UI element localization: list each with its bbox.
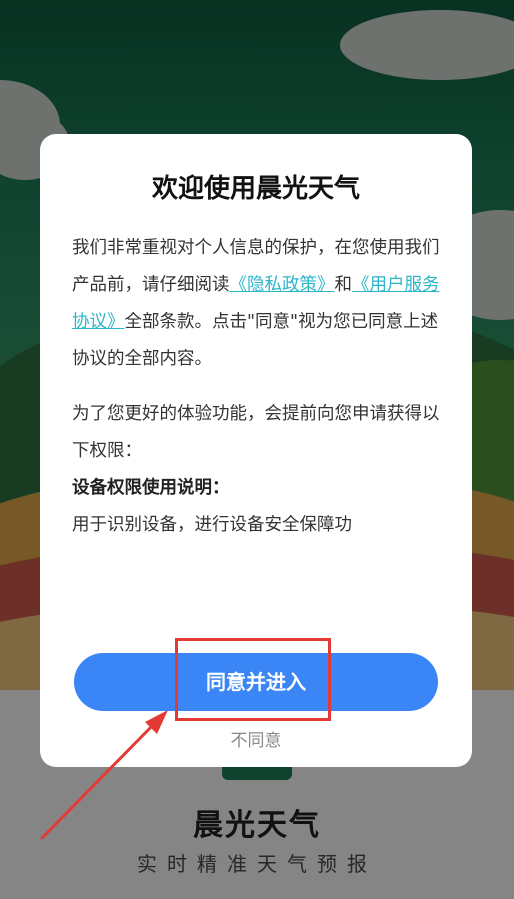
privacy-text-end: 全部条款。点击"同意"视为您已同意上述协议的全部内容。 (72, 312, 439, 369)
permission-intro: 为了您更好的体验功能，会提前向您申请获得以下权限： (72, 404, 440, 461)
highlight-box (175, 638, 331, 721)
disagree-button[interactable]: 不同意 (40, 726, 472, 751)
privacy-policy-link[interactable]: 《隐私政策》 (230, 275, 335, 295)
and-text: 和 (334, 275, 353, 295)
permission-heading: 设备权限使用说明： (72, 478, 230, 498)
permission-description: 用于识别设备，进行设备安全保障功 (72, 515, 352, 535)
dialog-body: 我们非常重视对个人信息的保护，在您使用我们产品前，请仔细阅读《隐私政策》和《用户… (72, 230, 444, 544)
privacy-paragraph: 我们非常重视对个人信息的保护，在您使用我们产品前，请仔细阅读《隐私政策》和《用户… (72, 230, 444, 378)
dialog-title: 欢迎使用晨光天气 (151, 174, 360, 204)
